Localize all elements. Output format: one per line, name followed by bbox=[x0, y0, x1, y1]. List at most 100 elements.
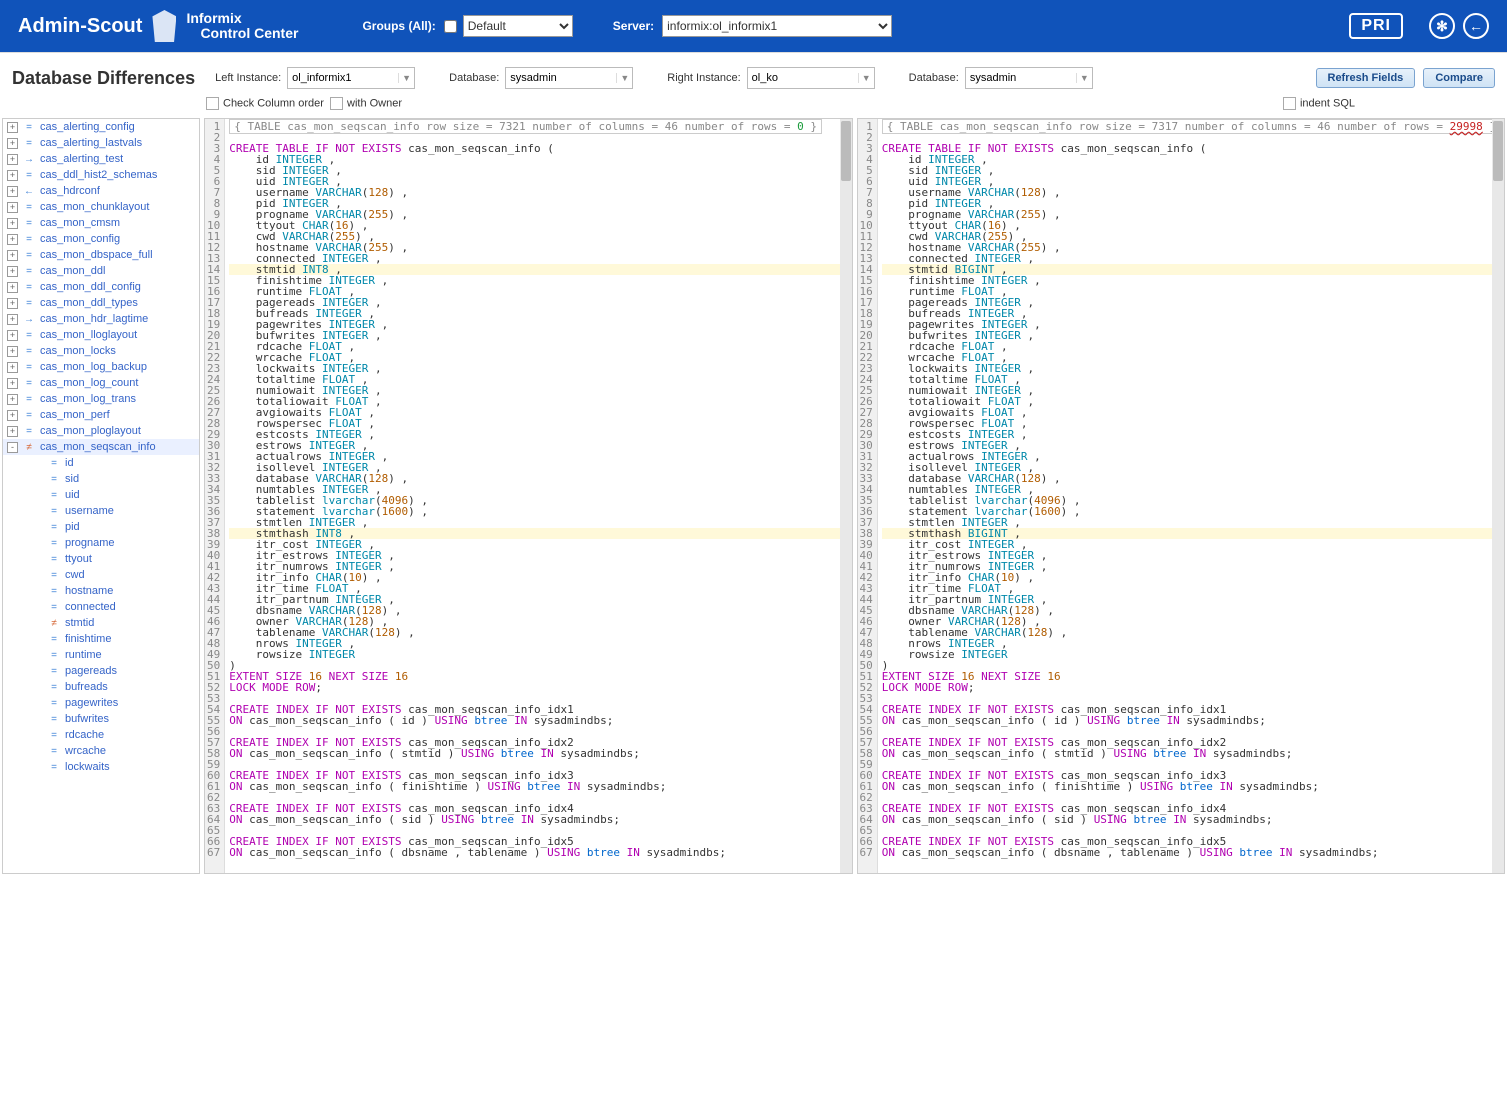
tree-item[interactable]: +=cas_mon_ploglayout bbox=[3, 423, 199, 439]
tree-child[interactable]: =sid bbox=[3, 471, 199, 487]
diff-equal-icon: = bbox=[22, 346, 36, 357]
tree-item[interactable]: +=cas_ddl_hist2_schemas bbox=[3, 167, 199, 183]
settings-icon[interactable]: ✻ bbox=[1429, 13, 1455, 39]
tree-label: cas_mon_seqscan_info bbox=[40, 441, 156, 453]
tree-item[interactable]: +←cas_hdrconf bbox=[3, 183, 199, 199]
expander-icon[interactable]: + bbox=[7, 122, 18, 133]
diff-equal-icon: = bbox=[47, 714, 61, 725]
tree-item[interactable]: +=cas_mon_cmsm bbox=[3, 215, 199, 231]
tree-item[interactable]: +→cas_mon_hdr_lagtime bbox=[3, 311, 199, 327]
tree-item[interactable]: -≠cas_mon_seqscan_info bbox=[3, 439, 199, 455]
tree-item[interactable]: +=cas_alerting_lastvals bbox=[3, 135, 199, 151]
left-instance-input[interactable] bbox=[288, 68, 398, 88]
chevron-down-icon[interactable]: ▼ bbox=[398, 73, 414, 83]
tree-child[interactable]: =pagereads bbox=[3, 663, 199, 679]
tree-item[interactable]: +=cas_mon_ddl bbox=[3, 263, 199, 279]
tree-child[interactable]: =connected bbox=[3, 599, 199, 615]
expander-icon[interactable]: + bbox=[7, 314, 18, 325]
left-db-input[interactable] bbox=[506, 68, 616, 88]
tree-item[interactable]: +=cas_mon_lloglayout bbox=[3, 327, 199, 343]
diff-equal-icon: = bbox=[22, 138, 36, 149]
brand-icon bbox=[152, 10, 176, 42]
server-label: Server: bbox=[613, 19, 654, 33]
tree-item[interactable]: +=cas_mon_chunklayout bbox=[3, 199, 199, 215]
diff-equal-icon: = bbox=[47, 474, 61, 485]
tree-child[interactable]: =ttyout bbox=[3, 551, 199, 567]
refresh-button[interactable]: Refresh Fields bbox=[1316, 68, 1416, 88]
expander-icon[interactable]: + bbox=[7, 346, 18, 357]
code-body-right[interactable]: { TABLE cas_mon_seqscan_info row size = … bbox=[878, 119, 1504, 873]
right-db-combo[interactable]: ▼ bbox=[965, 67, 1093, 89]
tree-item[interactable]: +=cas_mon_log_trans bbox=[3, 391, 199, 407]
expander-icon[interactable]: + bbox=[7, 362, 18, 373]
check-col-order-checkbox[interactable] bbox=[206, 97, 219, 110]
tree-item[interactable]: +=cas_mon_ddl_types bbox=[3, 295, 199, 311]
tree-child[interactable]: ≠stmtid bbox=[3, 615, 199, 631]
expander-icon[interactable]: + bbox=[7, 410, 18, 421]
tree-item[interactable]: +=cas_mon_dbspace_full bbox=[3, 247, 199, 263]
diff-equal-icon: = bbox=[22, 298, 36, 309]
with-owner-checkbox[interactable] bbox=[330, 97, 343, 110]
left-db-combo[interactable]: ▼ bbox=[505, 67, 633, 89]
tree-item[interactable]: +=cas_mon_log_count bbox=[3, 375, 199, 391]
tree-panel[interactable]: +=cas_alerting_config+=cas_alerting_last… bbox=[2, 118, 200, 874]
server-select[interactable]: informix:ol_informix1 bbox=[662, 15, 892, 37]
tree-child[interactable]: =pagewrites bbox=[3, 695, 199, 711]
back-icon[interactable]: ← bbox=[1463, 13, 1489, 39]
tree-child[interactable]: =rdcache bbox=[3, 727, 199, 743]
chevron-down-icon[interactable]: ▼ bbox=[616, 73, 632, 83]
expander-icon[interactable]: + bbox=[7, 298, 18, 309]
compare-button[interactable]: Compare bbox=[1423, 68, 1495, 88]
tree-item[interactable]: +=cas_mon_ddl_config bbox=[3, 279, 199, 295]
expander-icon[interactable]: + bbox=[7, 250, 18, 261]
tree-item[interactable]: +=cas_mon_config bbox=[3, 231, 199, 247]
tree-item[interactable]: +=cas_alerting_config bbox=[3, 119, 199, 135]
tree-child[interactable]: =cwd bbox=[3, 567, 199, 583]
tree-child[interactable]: =hostname bbox=[3, 583, 199, 599]
code-body-left[interactable]: { TABLE cas_mon_seqscan_info row size = … bbox=[225, 119, 851, 873]
expander-icon[interactable]: + bbox=[7, 266, 18, 277]
right-db-label: Database: bbox=[909, 72, 959, 84]
tree-child[interactable]: =wrcache bbox=[3, 743, 199, 759]
expander-icon[interactable]: + bbox=[7, 138, 18, 149]
tree-child[interactable]: =bufreads bbox=[3, 679, 199, 695]
chevron-down-icon[interactable]: ▼ bbox=[858, 73, 874, 83]
left-instance-combo[interactable]: ▼ bbox=[287, 67, 415, 89]
tree-child[interactable]: =username bbox=[3, 503, 199, 519]
groups-select[interactable]: Default bbox=[463, 15, 573, 37]
expander-icon[interactable]: + bbox=[7, 426, 18, 437]
groups-checkbox[interactable] bbox=[444, 20, 457, 33]
tree-child[interactable]: =progname bbox=[3, 535, 199, 551]
tree-child[interactable]: =id bbox=[3, 455, 199, 471]
tree-item[interactable]: +→cas_alerting_test bbox=[3, 151, 199, 167]
expander-icon[interactable]: + bbox=[7, 282, 18, 293]
expander-icon[interactable]: + bbox=[7, 234, 18, 245]
tree-child[interactable]: =uid bbox=[3, 487, 199, 503]
tree-item[interactable]: +=cas_mon_perf bbox=[3, 407, 199, 423]
tree-item[interactable]: +=cas_mon_locks bbox=[3, 343, 199, 359]
expander-icon[interactable]: + bbox=[7, 394, 18, 405]
expander-icon[interactable]: + bbox=[7, 202, 18, 213]
tree-child[interactable]: =pid bbox=[3, 519, 199, 535]
right-instance-input[interactable] bbox=[748, 68, 858, 88]
expander-icon[interactable]: + bbox=[7, 186, 18, 197]
tree-item[interactable]: +=cas_mon_log_backup bbox=[3, 359, 199, 375]
right-instance-combo[interactable]: ▼ bbox=[747, 67, 875, 89]
scrollbar-left[interactable] bbox=[840, 119, 852, 873]
expander-icon[interactable]: - bbox=[7, 442, 18, 453]
expander-icon[interactable]: + bbox=[7, 154, 18, 165]
chevron-down-icon[interactable]: ▼ bbox=[1076, 73, 1092, 83]
expander-icon[interactable]: + bbox=[7, 330, 18, 341]
right-instance-label: Right Instance: bbox=[667, 72, 740, 84]
right-db-input[interactable] bbox=[966, 68, 1076, 88]
scrollbar-right[interactable] bbox=[1492, 119, 1504, 873]
expander-icon[interactable]: + bbox=[7, 218, 18, 229]
expander-icon[interactable]: + bbox=[7, 170, 18, 181]
tree-child-label: username bbox=[65, 505, 114, 517]
expander-icon[interactable]: + bbox=[7, 378, 18, 389]
tree-child[interactable]: =bufwrites bbox=[3, 711, 199, 727]
tree-child[interactable]: =runtime bbox=[3, 647, 199, 663]
tree-child[interactable]: =finishtime bbox=[3, 631, 199, 647]
indent-sql-checkbox[interactable] bbox=[1283, 97, 1296, 110]
tree-child[interactable]: =lockwaits bbox=[3, 759, 199, 775]
